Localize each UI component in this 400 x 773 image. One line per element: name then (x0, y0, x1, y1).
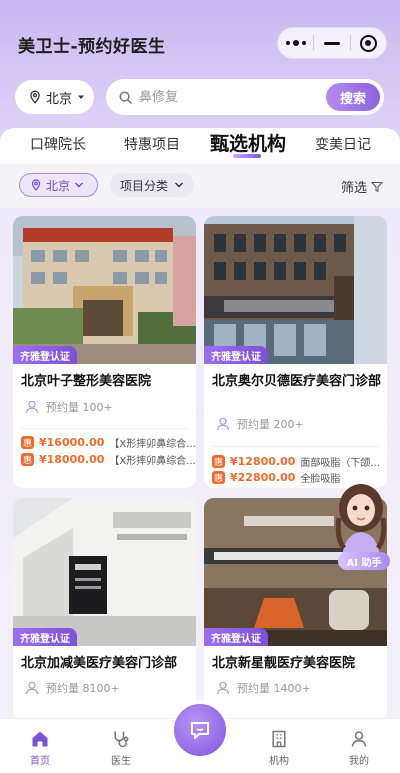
clinic-building-image (13, 498, 196, 646)
search-icon (119, 90, 132, 104)
nav-home[interactable]: 首页 (15, 729, 65, 767)
institution-card[interactable]: 齐雅登认证 北京叶子整形美容医院 预约量 100+ 惠 ¥16000.00 【X… (13, 216, 196, 488)
institution-name: 北京奥尔贝德医疗美容门诊部 (212, 374, 382, 389)
item-title: 【X形摔卯鼻综合... (109, 438, 196, 450)
price-item[interactable]: 惠 ¥16000.00 【X形摔卯鼻综合... (21, 434, 196, 450)
item-title: 面部吸脂（下颌... (300, 457, 380, 469)
certified-badge: 齐雅登认证 (204, 628, 268, 646)
price-item[interactable]: 惠 ¥18000.00 【X形摔卯鼻综合... (21, 451, 196, 467)
filter-screen-label: 筛选 (341, 181, 368, 196)
hospital-building-image (13, 216, 196, 364)
nav-mine[interactable]: 我的 (334, 729, 384, 767)
institution-name: 北京新星靓医疗美容医院 (212, 656, 356, 671)
active-tab-indicator (233, 154, 261, 158)
item-price: ¥12800.00 (230, 454, 296, 468)
certified-badge: 齐雅登认证 (13, 346, 77, 364)
institution-photo: 齐雅登认证 (204, 216, 387, 364)
chevron-down-icon (75, 182, 84, 188)
tab-special-offers[interactable]: 特惠项目 (124, 134, 180, 154)
chevron-down-icon (175, 182, 184, 188)
close-button[interactable] (351, 28, 386, 58)
booking-count-text: 预约量 200+ (237, 418, 304, 431)
discount-tag: 惠 (212, 470, 225, 484)
nav-home-label: 首页 (30, 756, 50, 767)
item-title: 【X形摔卯鼻综合... (109, 455, 196, 467)
home-icon (32, 731, 48, 747)
institution-card[interactable]: 齐雅登认证 北京加减美医疗美容门诊部 预约量 8100+ (13, 498, 196, 720)
institution-card[interactable]: 齐雅登认证 北京奥尔贝德医疗美容门诊部 预约量 200+ 惠 ¥12800.00… (204, 216, 387, 488)
item-price: ¥18000.00 (39, 452, 105, 466)
search-button[interactable]: 搜索 (326, 83, 380, 111)
filter-category[interactable]: 项目分类 (110, 173, 194, 197)
nav-institution[interactable]: 机构 (254, 729, 304, 767)
search-input[interactable] (139, 89, 319, 105)
institution-name: 北京加减美医疗美容门诊部 (21, 656, 178, 671)
more-button[interactable] (278, 28, 313, 58)
location-pin-icon (30, 90, 40, 104)
certified-badge: 齐雅登认证 (204, 346, 268, 364)
discount-tag: 惠 (212, 454, 225, 468)
stethoscope-icon (114, 731, 129, 748)
user-icon (216, 417, 230, 431)
user-icon (351, 731, 367, 747)
category-tabs: 口碑院长 特惠项目 甄选机构 变美日记 (0, 128, 400, 164)
ai-avatar-icon (335, 484, 387, 558)
tab-reputation-director[interactable]: 口碑院长 (30, 134, 86, 154)
booking-count: 预约量 200+ (215, 416, 304, 432)
title-bar: 美卫士-预约好医生 (0, 0, 400, 84)
chat-icon (191, 722, 209, 739)
building-icon (272, 730, 286, 748)
institution-photo: 齐雅登认证 (13, 216, 196, 364)
nav-institution-label: 机构 (269, 756, 289, 767)
search-box: 搜索 (106, 79, 384, 115)
certified-badge: 齐雅登认证 (13, 628, 77, 646)
filter-category-label: 项目分类 (120, 178, 169, 193)
nav-doctor[interactable]: 医生 (96, 729, 146, 767)
minimize-icon (323, 41, 340, 45)
tab-beauty-diary[interactable]: 变美日记 (315, 134, 371, 154)
minimize-button[interactable] (314, 28, 349, 58)
filter-screen-button[interactable]: 筛选 (341, 177, 384, 196)
tab-selected-institutions[interactable]: 甄选机构 (210, 129, 286, 156)
item-price: ¥16000.00 (39, 435, 105, 449)
location-pin-icon (31, 179, 41, 191)
chat-fab-button[interactable] (170, 700, 230, 760)
filter-city[interactable]: 北京 (19, 173, 98, 197)
booking-count: 预约量 100+ (24, 399, 113, 415)
card-divider (212, 446, 379, 447)
booking-count-text: 预约量 100+ (46, 401, 113, 414)
caret-down-icon (78, 95, 85, 99)
close-target-icon (359, 34, 377, 52)
price-item[interactable]: 惠 ¥12800.00 面部吸脂（下颌... (212, 453, 387, 469)
ai-assistant-label[interactable]: AI 助手 (338, 552, 390, 570)
city-label: 北京 (46, 91, 73, 107)
card-divider (21, 428, 188, 429)
funnel-icon (371, 181, 384, 192)
nav-doctor-label: 医生 (111, 756, 131, 767)
user-icon (216, 681, 230, 695)
city-selector[interactable]: 北京 (15, 80, 94, 114)
booking-count: 预约量 8100+ (24, 680, 120, 696)
user-icon (25, 400, 39, 414)
discount-tag: 惠 (21, 435, 34, 449)
discount-tag: 惠 (21, 452, 34, 466)
mini-program-capsule (277, 27, 387, 59)
booking-count-text: 预约量 8100+ (46, 682, 120, 695)
filter-bar: 北京 项目分类 筛选 (0, 164, 400, 208)
app-title: 美卫士-预约好医生 (18, 37, 166, 57)
user-icon (25, 681, 39, 695)
booking-count: 预约量 1400+ (215, 680, 311, 696)
more-dots-icon (285, 40, 306, 46)
item-price: ¥22800.00 (230, 470, 296, 484)
institution-name: 北京叶子整形美容医院 (21, 374, 152, 389)
booking-count-text: 预约量 1400+ (237, 682, 311, 695)
filter-city-label: 北京 (46, 178, 71, 193)
nav-mine-label: 我的 (349, 756, 369, 767)
clinic-building-image (204, 216, 387, 364)
institution-photo: 齐雅登认证 (13, 498, 196, 646)
